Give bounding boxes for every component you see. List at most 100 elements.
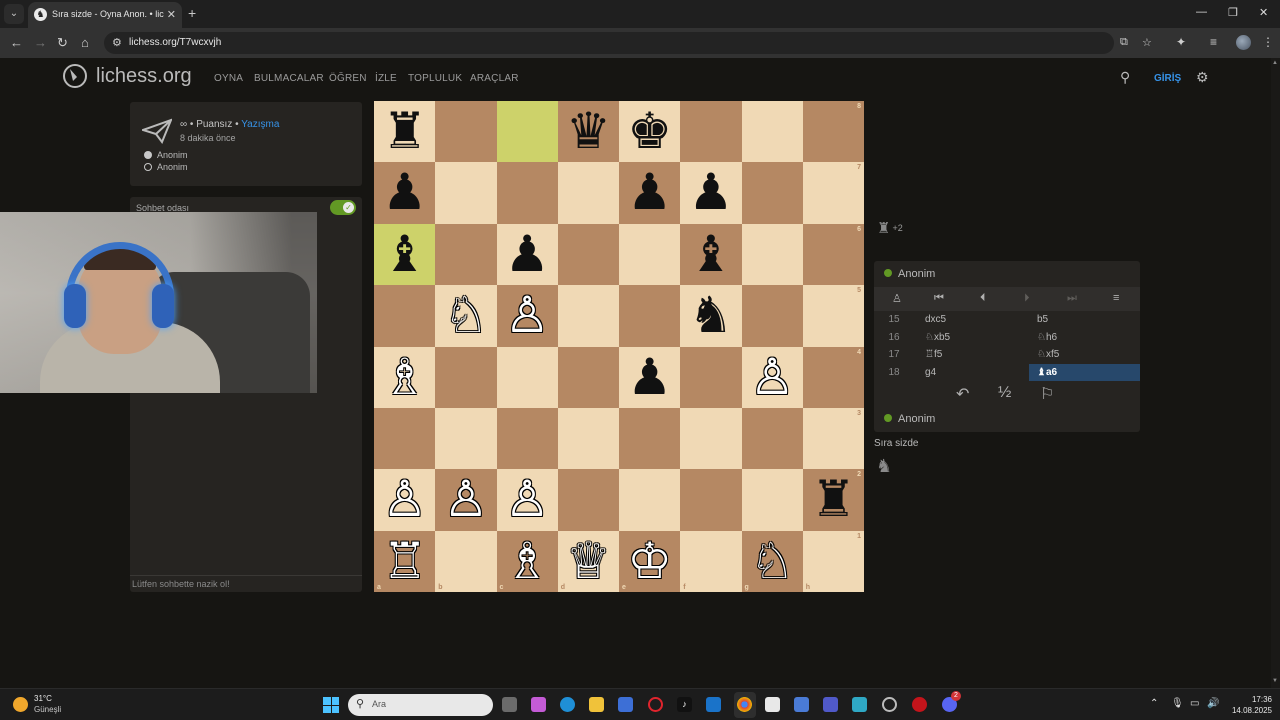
browser-tab[interactable]: ♞ Sıra sizde - Oyna Anon. • liches ✕ xyxy=(28,2,182,28)
square-d5[interactable] xyxy=(557,285,619,347)
scroll-up-icon[interactable]: ▲ xyxy=(1272,60,1278,66)
scroll-down-icon[interactable]: ▼ xyxy=(1272,678,1278,684)
login-link[interactable]: GİRİŞ xyxy=(1154,73,1181,84)
square-b4[interactable] xyxy=(435,346,497,408)
piece-c6[interactable]: ♟ xyxy=(497,224,558,285)
task-view-icon[interactable] xyxy=(502,697,517,712)
outlook-icon[interactable] xyxy=(706,697,721,712)
bookmark-star-icon[interactable]: ☆ xyxy=(1142,36,1152,49)
square-h8[interactable]: 8 xyxy=(802,101,864,163)
close-window-icon[interactable]: ✕ xyxy=(1259,6,1268,19)
square-f1[interactable]: f xyxy=(680,530,742,593)
weather-temp[interactable]: 31°C xyxy=(34,694,52,703)
piece-c1[interactable]: ♗ xyxy=(497,531,558,592)
first-move-icon[interactable]: ⏮ xyxy=(934,292,944,305)
chat-input[interactable]: Lütfen sohbette nazik ol! xyxy=(130,575,362,592)
menu-izle[interactable]: İZLE xyxy=(375,73,397,84)
piece-f7[interactable]: ♟ xyxy=(680,162,741,223)
piece-d8[interactable]: ♛ xyxy=(558,101,619,162)
site-logo-text[interactable]: lichess.org xyxy=(96,65,192,88)
variant-link[interactable]: Yazışma xyxy=(241,119,279,130)
square-c4[interactable] xyxy=(496,346,558,408)
piece-e8[interactable]: ♚ xyxy=(619,101,680,162)
white-move[interactable]: g4 xyxy=(925,367,936,378)
white-move[interactable]: ♖f5 xyxy=(925,349,942,360)
white-player[interactable]: Anonim xyxy=(144,150,188,160)
opera-icon[interactable] xyxy=(648,697,663,712)
square-g5[interactable] xyxy=(741,285,803,347)
square-e5[interactable] xyxy=(619,285,681,347)
microphone-icon[interactable]: 🎙 xyxy=(1171,698,1184,709)
forward-icon[interactable]: → xyxy=(34,35,47,50)
system-clock[interactable]: 17:36 14.08.2025 xyxy=(1228,694,1272,716)
piece-c5[interactable]: ♙ xyxy=(497,285,558,346)
file-explorer-icon[interactable] xyxy=(589,697,604,712)
back-icon[interactable]: ← xyxy=(10,35,23,50)
square-d2[interactable] xyxy=(557,469,619,531)
last-move-icon[interactable]: ⏭ xyxy=(1067,292,1077,305)
lichess-logo-icon[interactable] xyxy=(62,63,88,89)
piece-d1[interactable]: ♕ xyxy=(558,531,619,592)
black-move[interactable]: ♘h6 xyxy=(1037,332,1057,343)
menu-oyna[interactable]: OYNA xyxy=(214,73,243,84)
piece-a4[interactable]: ♗ xyxy=(374,347,435,408)
square-f8[interactable] xyxy=(680,101,742,163)
square-c7[interactable] xyxy=(496,162,558,224)
square-f3[interactable] xyxy=(680,408,742,470)
piece-f5[interactable]: ♞ xyxy=(680,285,741,346)
piece-b2[interactable]: ♙ xyxy=(435,469,496,530)
white-move[interactable]: ♘xb5 xyxy=(925,332,950,343)
prev-move-icon[interactable]: ⏴ xyxy=(980,292,986,305)
tiktok-icon[interactable]: ♪ xyxy=(677,697,692,712)
opponent-player[interactable]: Anonim xyxy=(884,268,935,280)
home-icon[interactable]: ⌂ xyxy=(81,35,89,50)
square-g6[interactable] xyxy=(741,223,803,286)
new-tab-icon[interactable]: + xyxy=(188,5,196,21)
square-a5[interactable] xyxy=(374,285,436,347)
offer-draw-button[interactable]: ½ xyxy=(998,384,1011,402)
tray-chevron-icon[interactable]: ⌃ xyxy=(1150,698,1158,709)
piece-a2[interactable]: ♙ xyxy=(374,469,435,530)
recorder-icon[interactable] xyxy=(912,697,927,712)
square-d6[interactable] xyxy=(557,223,619,286)
square-g3[interactable] xyxy=(741,408,803,470)
self-player[interactable]: Anonim xyxy=(884,413,935,425)
piece-f6[interactable]: ♝ xyxy=(680,224,741,285)
black-move[interactable]: ♝a6 xyxy=(1029,363,1140,381)
store-icon[interactable] xyxy=(618,697,633,712)
square-h6[interactable]: 6 xyxy=(802,223,864,286)
teams-icon[interactable] xyxy=(823,697,838,712)
square-h3[interactable]: 3 xyxy=(802,408,864,470)
phone-link-icon[interactable] xyxy=(852,697,867,712)
square-g2[interactable] xyxy=(741,469,803,531)
obs-icon[interactable] xyxy=(882,697,897,712)
sun-icon[interactable] xyxy=(13,697,28,712)
minimize-icon[interactable]: — xyxy=(1196,6,1207,18)
square-d4[interactable] xyxy=(557,346,619,408)
square-b7[interactable] xyxy=(435,162,497,224)
resign-flag-icon[interactable]: ⚐ xyxy=(1040,384,1054,404)
weather-condition[interactable]: Güneşli xyxy=(34,705,61,714)
m365-icon[interactable] xyxy=(794,697,809,712)
square-g8[interactable] xyxy=(741,101,803,163)
menu-ogren[interactable]: ÖĞREN xyxy=(329,73,367,84)
square-e3[interactable] xyxy=(619,408,681,470)
network-icon[interactable]: ▭ xyxy=(1190,698,1199,709)
square-d7[interactable] xyxy=(557,162,619,224)
menu-bulmacalar[interactable]: BULMACALAR xyxy=(254,73,324,84)
square-c3[interactable] xyxy=(496,408,558,470)
media-controls-icon[interactable]: ≡ xyxy=(1210,35,1217,49)
chrome-icon[interactable] xyxy=(737,697,752,712)
chat-toggle[interactable]: ✓ xyxy=(330,200,356,215)
black-move[interactable]: ♘xf5 xyxy=(1037,349,1059,360)
tab-search-icon[interactable]: ⌄ xyxy=(4,4,24,24)
square-f4[interactable] xyxy=(680,346,742,408)
piece-a8[interactable]: ♜ xyxy=(374,101,435,162)
analysis-icon[interactable]: ♙ xyxy=(892,292,902,305)
square-c8[interactable] xyxy=(496,101,558,163)
square-h1[interactable]: 1h xyxy=(802,530,864,593)
reload-icon[interactable]: ↻ xyxy=(57,35,68,51)
piece-h2[interactable]: ♜ xyxy=(803,469,864,530)
square-f2[interactable] xyxy=(680,469,742,531)
address-bar[interactable]: ⚙ lichess.org/T7wcxvjh ⧉ ☆ xyxy=(104,32,1152,54)
